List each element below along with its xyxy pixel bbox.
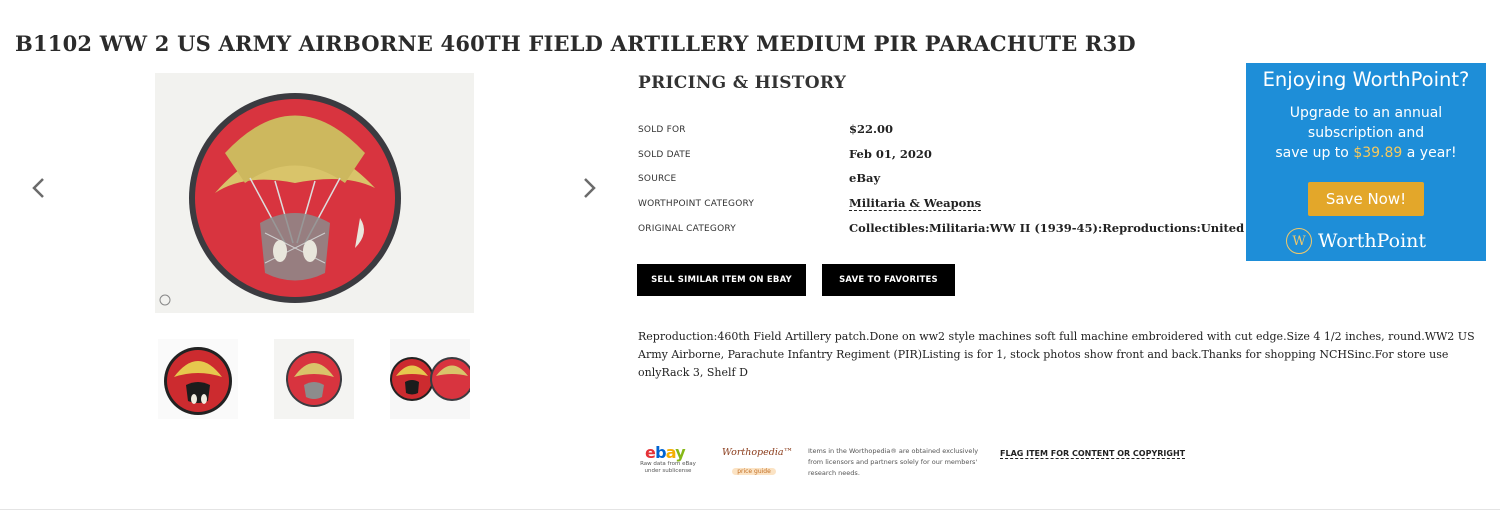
sell-similar-button[interactable]: SELL SIMILAR ITEM ON EBAY	[637, 264, 806, 296]
save-now-button[interactable]: Save Now!	[1308, 182, 1424, 216]
patch-photo	[155, 73, 474, 313]
pricing-label: ORIGINAL CATEGORY	[638, 224, 736, 234]
main-product-image[interactable]	[155, 73, 474, 313]
worthopedia-name: Worthopedia™	[722, 447, 794, 458]
thumbnail-image	[390, 339, 470, 419]
thumbnail-image	[274, 339, 354, 419]
ad-line: Upgrade to an annual	[1289, 105, 1443, 121]
pricing-row-source: SOURCE eBay	[638, 170, 1238, 190]
worthopedia-subtitle: price guide	[732, 468, 776, 475]
pricing-row-original-category: ORIGINAL CATEGORY Collectibles:Militaria…	[638, 220, 1288, 240]
ad-body: Upgrade to an annual subscription and sa…	[1246, 103, 1486, 163]
worthopedia-logo: Worthopedia™ price guide	[722, 447, 794, 477]
pricing-label: WORTHPOINT CATEGORY	[638, 199, 755, 209]
gallery-prev-button[interactable]	[24, 170, 54, 206]
item-description: Reproduction:460th Field Artillery patch…	[638, 330, 1475, 379]
ebay-logo-letter: b	[655, 443, 666, 462]
ad-save-text: save up to	[1275, 145, 1349, 161]
pricing-row-sold-date: SOLD DATE Feb 01, 2020	[638, 146, 1238, 166]
worthopedia-disclaimer: Items in the Worthopedia® are obtained e…	[808, 447, 979, 477]
pricing-heading: PRICING & HISTORY	[638, 73, 847, 93]
pricing-label: SOLD FOR	[638, 125, 686, 135]
ad-price: $39.89	[1353, 145, 1403, 161]
ad-year-text: a year!	[1406, 145, 1457, 161]
worthpoint-category-link[interactable]: Militaria & Weapons	[849, 196, 982, 211]
original-category-value: Collectibles:Militaria:WW II (1939-45):R…	[849, 221, 1289, 235]
gallery-next-button[interactable]	[574, 170, 604, 206]
sold-date: Feb 01, 2020	[849, 147, 932, 161]
save-to-favorites-button[interactable]: SAVE TO FAVORITES	[822, 264, 955, 296]
page-title: B1102 WW 2 US ARMY AIRBORNE 460TH FIELD …	[15, 31, 1136, 56]
flag-item-link[interactable]: FLAG ITEM FOR CONTENT OR COPYRIGHT	[1000, 449, 1186, 459]
worthpoint-logo-text: WorthPoint	[1318, 230, 1427, 252]
gallery-thumbnail[interactable]	[158, 339, 238, 419]
gallery-thumbnail[interactable]	[390, 339, 470, 419]
pricing-label: SOLD DATE	[638, 150, 691, 160]
ad-line: save up to $39.89 a year!	[1246, 143, 1486, 163]
ebay-logo: ebay	[645, 443, 686, 462]
ebay-data-note: Raw data from eBay under sublicense	[640, 461, 696, 474]
ebay-logo-letter: y	[675, 443, 685, 462]
gallery-thumbnail[interactable]	[274, 339, 354, 419]
thumbnail-image	[158, 339, 238, 419]
pricing-label: SOURCE	[638, 174, 677, 184]
ad-headline: Enjoying WorthPoint?	[1262, 68, 1470, 91]
bottom-divider	[0, 509, 1500, 510]
worthpoint-logo: W WorthPoint	[1286, 227, 1426, 255]
pricing-row-sold-for: SOLD FOR $22.00	[638, 121, 1238, 141]
source-value: eBay	[849, 171, 881, 185]
worthpoint-logo-icon: W	[1286, 228, 1312, 254]
ad-line: subscription and	[1307, 125, 1425, 141]
pricing-row-worthpoint-category: WORTHPOINT CATEGORY Militaria & Weapons	[638, 195, 1238, 215]
chevron-right-icon	[584, 178, 596, 198]
chevron-left-icon	[32, 178, 44, 198]
ebay-logo-letter: a	[665, 443, 676, 462]
upgrade-ad-banner[interactable]: Enjoying WorthPoint? Upgrade to an annua…	[1246, 63, 1486, 261]
sold-price: $22.00	[849, 122, 894, 136]
ebay-logo-letter: e	[645, 443, 656, 462]
